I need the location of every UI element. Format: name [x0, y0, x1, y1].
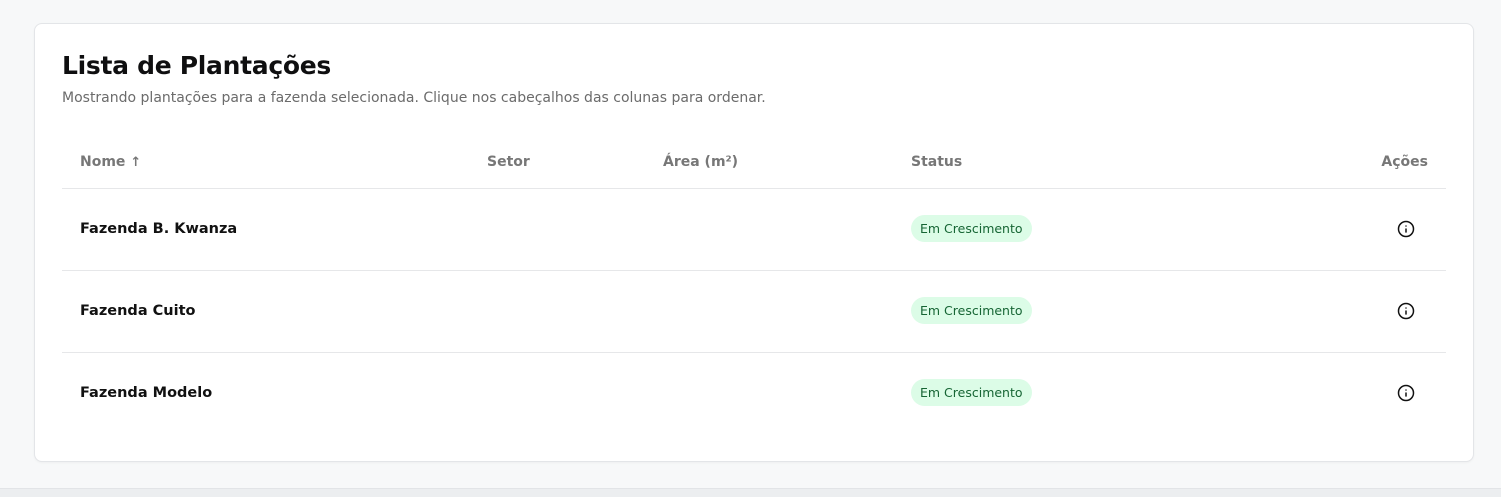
plantations-card: Lista de Plantações Mostrando plantações… [34, 23, 1474, 462]
column-header-setor[interactable]: Setor [487, 152, 530, 172]
column-header-nome[interactable]: Nome ↑ [80, 152, 141, 173]
info-icon [1397, 220, 1415, 238]
table-row: Fazenda Modelo Em Crescimento [62, 353, 1446, 434]
row-name: Fazenda B. Kwanza [80, 221, 238, 237]
page-subtitle: Mostrando plantações para a fazenda sele… [62, 90, 766, 106]
row-name: Fazenda Cuito [80, 303, 196, 319]
table-row: Fazenda Cuito Em Crescimento [62, 271, 1446, 353]
status-badge: Em Crescimento [911, 215, 1032, 242]
plantations-table: Nome ↑ Setor Área (m²) Status Ações Fazen… [62, 134, 1446, 434]
sort-ascending-icon: ↑ [130, 155, 142, 170]
info-button[interactable] [1397, 220, 1415, 238]
page-title: Lista de Plantações [62, 51, 331, 80]
info-button[interactable] [1397, 302, 1415, 320]
table-header: Nome ↑ Setor Área (m²) Status Ações [62, 134, 1446, 189]
row-name: Fazenda Modelo [80, 385, 213, 401]
info-icon [1397, 384, 1415, 402]
info-icon [1397, 302, 1415, 320]
status-badge: Em Crescimento [911, 379, 1032, 406]
column-header-nome-label: Nome [80, 154, 126, 170]
column-header-area[interactable]: Área (m²) [663, 152, 738, 172]
table-row: Fazenda B. Kwanza Em Crescimento [62, 189, 1446, 271]
column-header-status[interactable]: Status [911, 152, 962, 172]
info-button[interactable] [1397, 384, 1415, 402]
status-badge: Em Crescimento [911, 297, 1032, 324]
column-header-acoes: Ações [1381, 154, 1428, 170]
